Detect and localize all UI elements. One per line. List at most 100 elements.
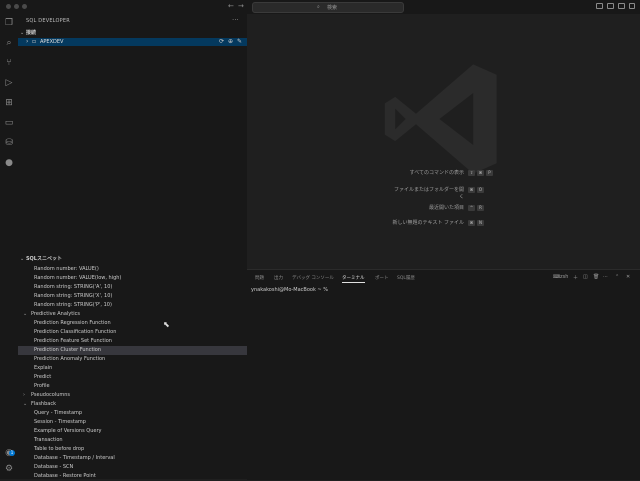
panel-tab[interactable]: SQL履歴 [397, 275, 415, 281]
snippet-category[interactable]: › Pseudocolumns [23, 391, 236, 400]
panel-tab[interactable]: ターミナル [342, 275, 365, 283]
github-icon[interactable]: ● [4, 158, 14, 168]
forward-arrow-icon[interactable]: → [238, 2, 244, 10]
customize-layout-icon[interactable] [629, 3, 635, 9]
keybinding-key: R [477, 205, 484, 211]
snippet-label: Database - Restore Point [34, 473, 96, 479]
account-badge: 1 [9, 450, 15, 456]
toggle-secondary-sidebar-icon[interactable] [618, 3, 625, 9]
split-terminal-icon[interactable]: ◫ [583, 274, 588, 280]
files-icon[interactable]: ❐ [4, 18, 14, 28]
shortcut-label[interactable]: ファイルまたはフォルダーを開く [390, 186, 464, 200]
keybinding-key: O [477, 187, 484, 193]
snippet-label: Profile [34, 383, 50, 389]
extensions-icon[interactable]: ⊞ [4, 98, 14, 108]
search-placeholder: 検索 [327, 5, 338, 11]
shortcut-label[interactable]: 新しい無題のテキスト ファイル [393, 219, 464, 226]
snippet-item[interactable]: Database - Timestamp / Interval [34, 454, 247, 463]
snippet-item[interactable]: Table to before drop [34, 445, 247, 454]
activity-bar: ❐ ⌕ ⑂ ▷ ⊞ ▭ ⛁ ● ◉ 1 ⚙ [0, 14, 19, 479]
keybinding-key: ^ [468, 205, 475, 211]
connection-label: APEXDEV [40, 39, 64, 45]
connection-item-apexdev[interactable]: › ▫ APEXDEV ⟳ ⊕ ✎ [18, 38, 247, 46]
title-bar: ← → ⌕ 検索 [0, 0, 640, 15]
snippet-label: Prediction Feature Set Function [34, 338, 112, 344]
more-actions-icon[interactable]: ··· [232, 16, 239, 24]
close-panel-icon[interactable]: ✕ [626, 274, 630, 280]
snippet-label: Prediction Classification Function [34, 329, 117, 335]
snippet-label: Prediction Anomaly Function [34, 356, 106, 362]
back-arrow-icon[interactable]: ← [228, 2, 234, 10]
snippet-label: Database - Timestamp / Interval [34, 455, 115, 461]
snippet-item[interactable]: Random number: VALUE() [34, 265, 247, 274]
snippet-item[interactable]: Query - Timestamp [34, 409, 247, 418]
search-icon: ⌕ [317, 4, 320, 10]
toggle-panel-icon[interactable] [607, 3, 614, 9]
chevron-right-icon: › [26, 38, 29, 45]
panel-tab[interactable]: ポート [375, 275, 389, 281]
panel-tab[interactable]: デバッグ コンソール [292, 275, 334, 281]
snippet-item[interactable]: Prediction Cluster Function [18, 346, 247, 355]
keybinding-key: N [477, 220, 484, 226]
database-icon[interactable]: ⛁ [4, 138, 14, 148]
snippet-item[interactable]: Database - Restore Point [34, 472, 247, 481]
keybinding-key: ⇧ [468, 170, 475, 176]
snippet-item[interactable]: Random number: VALUE(low, high) [34, 274, 247, 283]
snippet-label: Predict [34, 374, 52, 380]
snippet-item[interactable]: Random string: STRING('X', 10) [34, 292, 247, 301]
keybinding-key: P [486, 170, 493, 176]
snippet-category[interactable]: ⌄ Flashback [23, 400, 236, 409]
shortcut-label[interactable]: 最近開いた項目 [429, 204, 464, 211]
snippet-label: Flashback [31, 401, 56, 407]
command-center-search[interactable]: ⌕ 検索 [252, 2, 404, 13]
snippet-item[interactable]: Prediction Anomaly Function [34, 355, 247, 364]
mouse-pointer-icon: ⬉ [163, 320, 170, 329]
snippet-item[interactable]: Database - SCN [34, 463, 247, 472]
snippet-item[interactable]: Explain [34, 364, 247, 373]
terminal-name[interactable]: zsh [560, 274, 568, 280]
toggle-sidebar-icon[interactable] [596, 3, 603, 9]
snippet-label: Database - SCN [34, 464, 74, 470]
snippet-item[interactable]: Prediction Regression Function [34, 319, 247, 328]
snippet-item[interactable]: Prediction Feature Set Function [34, 337, 247, 346]
more-actions-icon[interactable]: ··· [603, 274, 608, 280]
snippet-item[interactable]: Prediction Classification Function [34, 328, 247, 337]
shortcut-label[interactable]: すべてのコマンドの表示 [410, 169, 464, 176]
terminal-prompt[interactable]: ynakakoshi@Mo-MacBook ~ % [251, 287, 328, 293]
new-terminal-icon[interactable]: ＋ [573, 274, 578, 281]
panel-tab[interactable]: 問題 [255, 275, 264, 281]
panel-tab[interactable]: 出力 [274, 275, 283, 281]
snippet-item[interactable]: Profile [34, 382, 247, 391]
minimize-window-button[interactable] [14, 4, 19, 9]
editor-area: すべてのコマンドの表示 ⇧ ⌘ P ファイルまたはフォルダーを開く ⌘ O 最近開いた項目 ^ R… [247, 14, 640, 269]
zoom-window-button[interactable] [22, 4, 27, 9]
close-window-button[interactable] [6, 4, 11, 9]
snippet-category[interactable]: ⌄ Predictive Analytics [23, 310, 236, 319]
snippet-label: Example of Versions Query [34, 428, 102, 434]
source-control-icon[interactable]: ⑂ [4, 58, 14, 68]
snippet-item[interactable]: Predict [34, 373, 247, 382]
snippet-label: Predictive Analytics [31, 311, 80, 317]
snippet-item[interactable]: Transaction [34, 436, 247, 445]
snippet-label: Random string: STRING('P', 10) [34, 302, 112, 308]
search-icon[interactable]: ⌕ [4, 38, 14, 48]
chevron-down-icon: ⌄ [23, 401, 28, 407]
maximize-panel-icon[interactable]: ⌃ [615, 274, 619, 280]
snippet-item[interactable]: Example of Versions Query [34, 427, 247, 436]
settings-gear-icon[interactable]: ⚙ [4, 464, 14, 474]
snippet-item[interactable]: Random string: STRING('P', 10) [34, 301, 247, 310]
snippet-item[interactable]: Random string: STRING('A', 10) [34, 283, 247, 292]
snippets-header[interactable]: ⌄ SQLスニペット [20, 255, 62, 262]
connections-header[interactable]: ⌄ 接続 [20, 29, 36, 36]
connection-tools[interactable]: ⟳ ⊕ ✎ [219, 38, 243, 45]
snippet-item[interactable]: Session - Timestamp [34, 418, 247, 427]
run-debug-icon[interactable]: ▷ [4, 78, 14, 88]
snippet-label: Table to before drop [34, 446, 85, 452]
sidebar: SQL DEVELOPER ··· ⌄ 接続 › ▫ APEXDEV ⟳ ⊕ ✎… [18, 14, 248, 479]
vscode-watermark-icon [384, 64, 497, 174]
remote-explorer-icon[interactable]: ▭ [4, 118, 14, 128]
snippet-label: Prediction Regression Function [34, 320, 111, 326]
kill-terminal-icon[interactable]: 🗑 [593, 274, 599, 280]
snippet-label: Prediction Cluster Function [34, 347, 102, 353]
snippet-label: Query - Timestamp [34, 410, 83, 416]
